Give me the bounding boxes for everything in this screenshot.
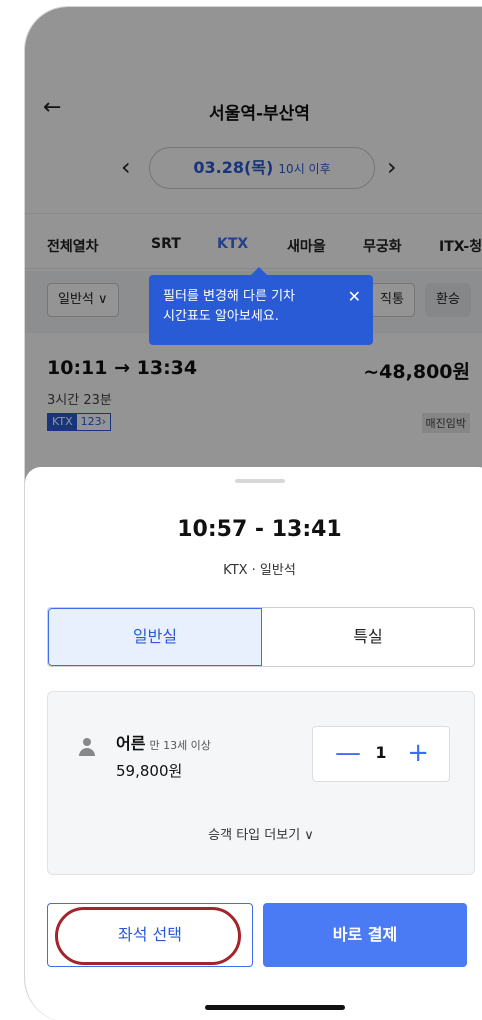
tab-srt[interactable]: SRT bbox=[151, 236, 181, 252]
chevron-left-icon[interactable]: ‹ bbox=[121, 153, 131, 181]
home-indicator bbox=[205, 1005, 345, 1010]
quantity-stepper: — 1 + bbox=[312, 726, 450, 782]
header: ← 서울역-부산역 bbox=[25, 95, 482, 131]
passenger-type: 어른 bbox=[116, 734, 146, 753]
pay-now-button[interactable]: 바로 결제 bbox=[263, 903, 467, 967]
person-icon bbox=[78, 738, 96, 756]
transfer-filter[interactable]: 환승 bbox=[425, 283, 471, 317]
phone-screen: ← 서울역-부산역 ‹ 03.28(목) 10시 이후 › 전체열차 SRT K… bbox=[24, 6, 482, 1020]
tooltip-line-1: 필터를 변경해 다른 기차 bbox=[163, 289, 295, 304]
seat-class-filter[interactable]: 일반석 ∨ bbox=[47, 283, 119, 317]
direct-filter[interactable]: 직통 bbox=[369, 283, 415, 317]
passenger-box: 어른 만 13세 이상 59,800원 — 1 + 승객 타입 더보기 ∨ bbox=[47, 691, 475, 875]
train-type-badge: KTX bbox=[48, 414, 77, 430]
tab-itx[interactable]: ITX-청 bbox=[439, 236, 482, 256]
tab-all[interactable]: 전체열차 bbox=[47, 236, 99, 256]
date-text: 03.28(목) bbox=[193, 158, 274, 177]
filter-tooltip: 필터를 변경해 다른 기차 시간표도 알아보세요. ✕ bbox=[149, 267, 373, 345]
tab-mugunghwa[interactable]: 무궁화 bbox=[363, 236, 402, 256]
train-type-tabs: 전체열차 SRT KTX 새마을 무궁화 ITX-청 bbox=[25, 213, 482, 269]
sheet-times: 10:57 - 13:41 bbox=[177, 517, 342, 542]
status-badge: 매진임박 bbox=[421, 413, 470, 433]
route-title: 서울역-부산역 bbox=[209, 104, 310, 124]
plus-icon[interactable]: + bbox=[407, 737, 429, 769]
train-badge: KTX 123› bbox=[47, 413, 112, 431]
date-selector[interactable]: 03.28(목) 10시 이후 bbox=[149, 147, 375, 189]
train-number: 123› bbox=[80, 415, 107, 428]
more-passenger-types[interactable]: 승객 타입 더보기 ∨ bbox=[48, 824, 474, 843]
car-class-selector: 일반실 특실 bbox=[47, 607, 475, 667]
passenger-label: 어른 만 13세 이상 bbox=[116, 730, 211, 754]
tab-ktx[interactable]: KTX bbox=[217, 236, 248, 252]
segment-first-class[interactable]: 특실 bbox=[262, 608, 474, 666]
close-icon[interactable]: ✕ bbox=[348, 287, 361, 307]
sheet-handle[interactable] bbox=[235, 479, 285, 483]
train-times: 10:11 → 13:34 bbox=[47, 357, 198, 379]
train-row[interactable]: 10:11 → 13:34 ~48,800원 3시간 23분 KTX 123› 매… bbox=[25, 357, 482, 467]
background-page: ← 서울역-부산역 ‹ 03.28(목) 10시 이후 › 전체열차 SRT K… bbox=[25, 7, 482, 467]
tooltip-line-2: 시간표도 알아보세요. bbox=[163, 309, 279, 324]
bottom-sheet: 10:57 - 13:41 KTX · 일반석 일반실 특실 어른 만 13세 이… bbox=[25, 467, 482, 1020]
segment-standard[interactable]: 일반실 bbox=[48, 608, 262, 666]
chevron-right-icon[interactable]: › bbox=[387, 153, 397, 181]
passenger-note: 만 13세 이상 bbox=[149, 739, 211, 752]
date-bar: ‹ 03.28(목) 10시 이후 › bbox=[25, 147, 482, 191]
sheet-subtitle: KTX · 일반석 bbox=[223, 563, 296, 578]
train-duration: 3시간 23분 bbox=[47, 393, 112, 408]
passenger-price: 59,800원 bbox=[116, 762, 183, 780]
time-text: 10시 이후 bbox=[278, 162, 331, 176]
train-price: ~48,800원 bbox=[363, 361, 470, 383]
tab-saemaeul[interactable]: 새마을 bbox=[287, 236, 326, 256]
seat-select-button[interactable]: 좌석 선택 bbox=[47, 903, 253, 967]
